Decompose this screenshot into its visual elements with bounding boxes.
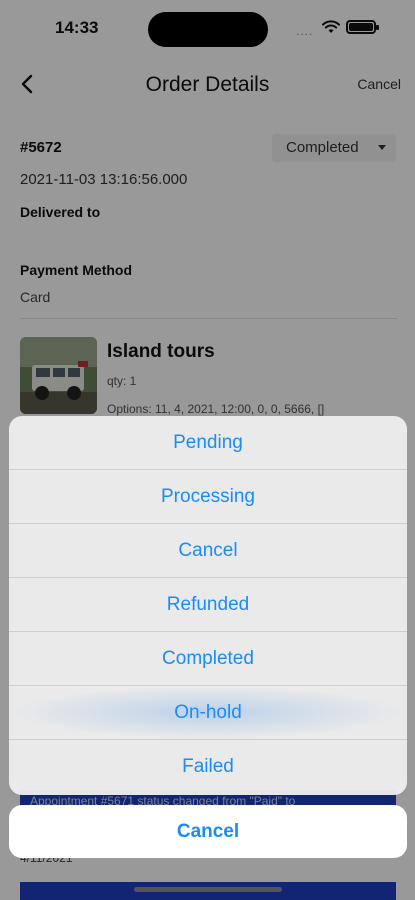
- option-pending[interactable]: Pending: [9, 416, 407, 470]
- action-sheet-cancel-button[interactable]: Cancel: [9, 805, 407, 858]
- option-refunded[interactable]: Refunded: [9, 578, 407, 632]
- option-completed[interactable]: Completed: [9, 632, 407, 686]
- option-cancel[interactable]: Cancel: [9, 524, 407, 578]
- option-processing[interactable]: Processing: [9, 470, 407, 524]
- status-action-sheet: Pending Processing Cancel Refunded Compl…: [9, 416, 407, 795]
- option-on-hold[interactable]: On-hold: [9, 686, 407, 740]
- option-failed[interactable]: Failed: [9, 740, 407, 794]
- home-indicator: [134, 887, 282, 892]
